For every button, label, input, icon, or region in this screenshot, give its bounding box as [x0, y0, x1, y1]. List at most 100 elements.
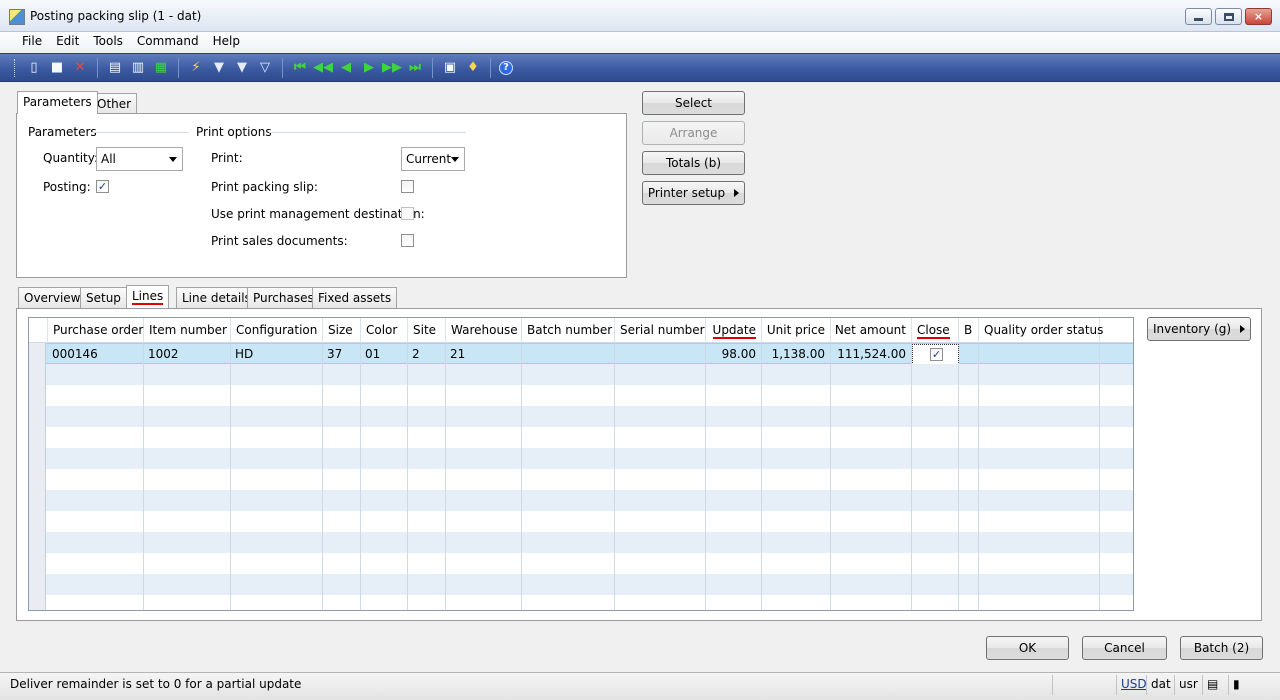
grid-cell[interactable]	[615, 574, 706, 595]
grid-cell[interactable]	[979, 448, 1100, 469]
row-selector[interactable]	[29, 364, 46, 385]
empty-row[interactable]	[29, 385, 1133, 406]
grid-cell[interactable]	[361, 469, 408, 490]
grid-cell[interactable]	[912, 532, 959, 553]
grid-cell[interactable]	[979, 427, 1100, 448]
grid-cell[interactable]	[231, 595, 323, 610]
close-checkbox[interactable]: ✓	[930, 348, 943, 361]
quantity-select[interactable]: All	[96, 147, 183, 171]
cell-close[interactable]: ✓	[912, 344, 959, 365]
tab-setup[interactable]: Setup	[80, 287, 127, 308]
grid-cell[interactable]	[48, 406, 144, 427]
first-record-icon[interactable]: ⏮	[291, 59, 309, 77]
tab-other[interactable]: Other	[91, 93, 138, 114]
grid-cell[interactable]	[706, 532, 762, 553]
grid-cell[interactable]	[522, 553, 615, 574]
grid-cell[interactable]	[959, 406, 979, 427]
grid-cell[interactable]	[408, 553, 446, 574]
tab-line-details[interactable]: Line details	[176, 287, 257, 308]
menu-help[interactable]: Help	[206, 32, 247, 52]
grid-cell[interactable]	[615, 490, 706, 511]
grid-cell[interactable]	[615, 595, 706, 610]
cell-size[interactable]: 37	[323, 344, 361, 365]
grid-cell[interactable]	[831, 427, 912, 448]
cell-item-number[interactable]: 1002	[144, 344, 231, 365]
grid-cell[interactable]	[231, 448, 323, 469]
grid-cell[interactable]	[323, 406, 361, 427]
grid-cell[interactable]	[446, 385, 522, 406]
grid-cell[interactable]	[762, 385, 831, 406]
grid-cell[interactable]	[831, 595, 912, 610]
grid-cell[interactable]	[231, 553, 323, 574]
grid-cell[interactable]	[762, 553, 831, 574]
grid-cell[interactable]	[522, 427, 615, 448]
grid-cell[interactable]	[522, 511, 615, 532]
menu-tools[interactable]: Tools	[86, 32, 130, 52]
grid-cell[interactable]	[831, 490, 912, 511]
grid-cell[interactable]	[522, 406, 615, 427]
row-selector[interactable]	[29, 469, 46, 490]
arrange-button[interactable]: Arrange	[642, 121, 745, 145]
grid-cell[interactable]	[144, 385, 231, 406]
filter-by-grid-icon[interactable]: ▼	[210, 59, 228, 77]
grid-cell[interactable]	[522, 532, 615, 553]
grid-cell[interactable]	[361, 511, 408, 532]
grid-cell[interactable]	[831, 553, 912, 574]
cell-batch-number[interactable]	[522, 344, 615, 365]
grid-cell[interactable]	[361, 490, 408, 511]
grid-cell[interactable]	[831, 574, 912, 595]
use-print-management-checkbox[interactable]	[401, 207, 414, 220]
grid-cell[interactable]	[979, 532, 1100, 553]
column-header-net-amount[interactable]: Net amount	[831, 318, 912, 343]
delete-icon[interactable]: ✕	[71, 59, 89, 77]
grid-cell[interactable]	[522, 595, 615, 610]
grid-cell[interactable]	[706, 448, 762, 469]
cancel-button[interactable]: Cancel	[1082, 636, 1167, 660]
grid-cell[interactable]	[446, 427, 522, 448]
maximize-button[interactable]	[1215, 8, 1242, 25]
grid-cell[interactable]	[48, 385, 144, 406]
ok-button[interactable]: OK	[986, 636, 1069, 660]
empty-row[interactable]	[29, 532, 1133, 553]
tab-lines[interactable]: Lines	[126, 285, 170, 308]
row-selector[interactable]	[29, 574, 46, 595]
grid-cell[interactable]	[446, 490, 522, 511]
grid-cell[interactable]	[522, 469, 615, 490]
grid-cell[interactable]	[446, 595, 522, 610]
grid-cell[interactable]	[959, 448, 979, 469]
select-button[interactable]: Select	[642, 91, 745, 115]
grid-cell[interactable]	[48, 490, 144, 511]
grid-cell[interactable]	[522, 385, 615, 406]
grid-cell[interactable]	[831, 469, 912, 490]
totals-button[interactable]: Totals (b)	[642, 151, 745, 175]
status-company[interactable]: dat	[1146, 675, 1175, 695]
grid-cell[interactable]	[762, 427, 831, 448]
empty-row[interactable]	[29, 490, 1133, 511]
grid-cell[interactable]	[231, 406, 323, 427]
print-icon[interactable]: ▤	[106, 59, 124, 77]
previous-record-icon[interactable]: ◀	[337, 59, 355, 77]
grid-cell[interactable]	[48, 427, 144, 448]
clear-filter-icon[interactable]: ▽	[256, 59, 274, 77]
grid-cell[interactable]	[361, 427, 408, 448]
grid-cell[interactable]	[361, 406, 408, 427]
grid-cell[interactable]	[522, 364, 615, 385]
batch-button[interactable]: Batch (2)	[1180, 636, 1263, 660]
grid-cell[interactable]	[831, 448, 912, 469]
menu-edit[interactable]: Edit	[49, 32, 86, 52]
grid-cell[interactable]	[48, 553, 144, 574]
grid-cell[interactable]	[762, 448, 831, 469]
grid-cell[interactable]	[615, 469, 706, 490]
column-header-unit-price[interactable]: Unit price	[762, 318, 831, 343]
empty-row[interactable]	[29, 406, 1133, 427]
grid-cell[interactable]	[144, 364, 231, 385]
grid-cell[interactable]	[959, 490, 979, 511]
column-header-item-number[interactable]: Item number	[144, 318, 231, 343]
grid-cell[interactable]	[446, 364, 522, 385]
row-selector[interactable]	[29, 595, 46, 610]
grid-cell[interactable]	[912, 469, 959, 490]
save-icon[interactable]: ■	[48, 59, 66, 77]
grid-cell[interactable]	[706, 574, 762, 595]
grid-cell[interactable]	[912, 553, 959, 574]
grid-cell[interactable]	[446, 406, 522, 427]
